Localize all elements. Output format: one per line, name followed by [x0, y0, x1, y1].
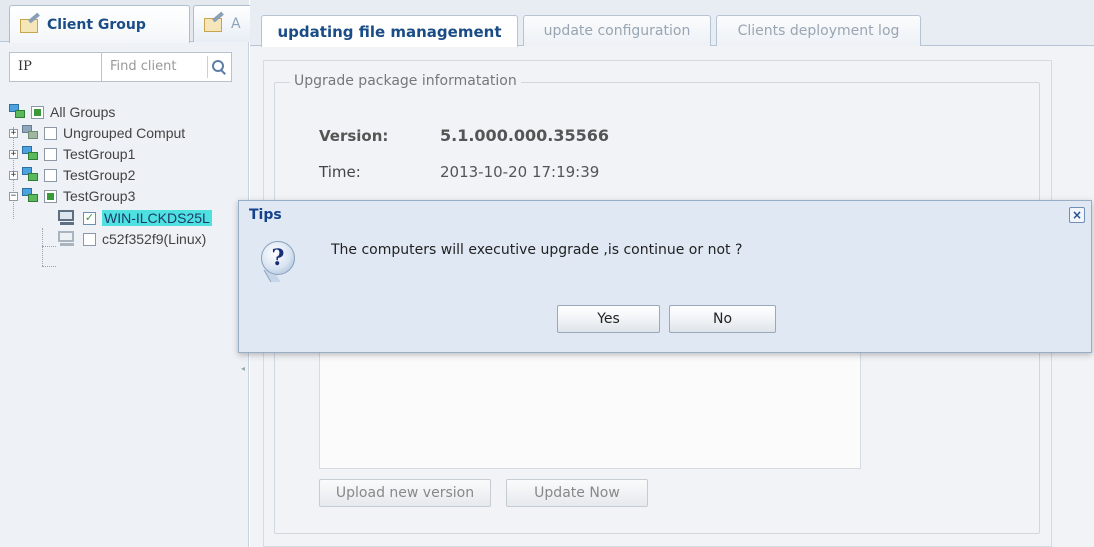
group-icon: [9, 104, 26, 120]
search-icon: [211, 60, 226, 74]
tab-other-label: A: [231, 16, 241, 32]
expand-icon[interactable]: +: [9, 128, 18, 138]
version-value: 5.1.000.000.35566: [440, 126, 610, 145]
search-field-select[interactable]: IP: [9, 52, 102, 82]
computer-offline-icon: [57, 231, 77, 247]
tree-node-all-groups[interactable]: All Groups: [9, 102, 115, 122]
edit-sheet-icon: [19, 12, 41, 34]
group-grey-icon: [22, 125, 39, 141]
tree-checkbox[interactable]: [83, 211, 96, 225]
tree-node-label: TestGroup1: [63, 146, 136, 162]
tree-checkbox[interactable]: [44, 147, 57, 161]
expand-icon[interactable]: +: [9, 149, 18, 159]
tree-checkbox[interactable]: [44, 189, 57, 203]
tab-update-configuration[interactable]: update configuration: [523, 15, 711, 46]
tree-node-label: Ungrouped Comput: [63, 125, 186, 141]
collapse-icon[interactable]: −: [9, 191, 18, 201]
version-label: Version:: [319, 127, 389, 145]
search-button[interactable]: [207, 56, 229, 78]
tree-node-testgroup1[interactable]: + TestGroup1: [9, 144, 135, 164]
dialog-message: The computers will executive upgrade ,is…: [331, 242, 743, 258]
group-icon: [22, 146, 39, 162]
tree-node-ungrouped[interactable]: + Ungrouped Comput: [9, 123, 185, 143]
collapse-handle-icon[interactable]: ◂: [241, 364, 245, 376]
edit-sheet-icon: [203, 11, 225, 33]
client-search: IP Find client: [9, 52, 232, 82]
tree-node-testgroup2[interactable]: + TestGroup2: [9, 165, 135, 185]
group-icon: [22, 188, 39, 204]
group-icon: [22, 167, 39, 183]
update-now-button[interactable]: Update Now: [506, 479, 648, 507]
file-list-box: [319, 335, 861, 469]
yes-button[interactable]: Yes: [557, 305, 660, 333]
left-tab-bar: Client Group A: [0, 0, 253, 43]
question-icon: ?: [261, 241, 295, 275]
time-value: 2013-10-20 17:19:39: [440, 163, 600, 181]
tree-checkbox[interactable]: [31, 105, 44, 119]
tree-node-label: TestGroup2: [63, 167, 136, 183]
tree-node-label: c52f352f9(Linux): [102, 231, 207, 247]
tree-node-label: All Groups: [50, 104, 116, 120]
expand-icon[interactable]: +: [9, 170, 18, 180]
tree-node-client-linux[interactable]: c52f352f9(Linux): [57, 229, 206, 249]
upload-new-version-button[interactable]: Upload new version: [319, 479, 491, 507]
no-button[interactable]: No: [669, 305, 776, 333]
tab-other[interactable]: A: [193, 5, 253, 42]
computer-icon: [57, 210, 77, 226]
tree-checkbox[interactable]: [44, 126, 57, 140]
tree-checkbox[interactable]: [83, 232, 96, 246]
tab-updating-file-management[interactable]: updating file management: [261, 15, 518, 47]
main-tab-bar: updating file management update configur…: [250, 0, 1094, 47]
tree-node-client-win[interactable]: WIN-ILCKDS25L: [57, 208, 212, 228]
time-label: Time:: [319, 163, 361, 181]
tab-client-group-label: Client Group: [47, 16, 146, 33]
tree-node-testgroup3[interactable]: − TestGroup3: [9, 186, 135, 206]
tips-dialog: Tips × ? The computers will executive up…: [238, 200, 1092, 353]
tab-client-group[interactable]: Client Group: [9, 5, 190, 43]
tab-clients-deployment-log[interactable]: Clients deployment log: [716, 15, 921, 46]
dialog-title: Tips: [249, 207, 282, 223]
client-group-panel: Client Group A IP Find client All Groups…: [0, 0, 253, 547]
tree-node-label: TestGroup3: [63, 188, 136, 204]
tree-node-label: WIN-ILCKDS25L: [102, 210, 212, 226]
tree-checkbox[interactable]: [44, 168, 57, 182]
package-info-legend: Upgrade package informatation: [290, 73, 521, 89]
close-icon[interactable]: ×: [1069, 207, 1085, 223]
